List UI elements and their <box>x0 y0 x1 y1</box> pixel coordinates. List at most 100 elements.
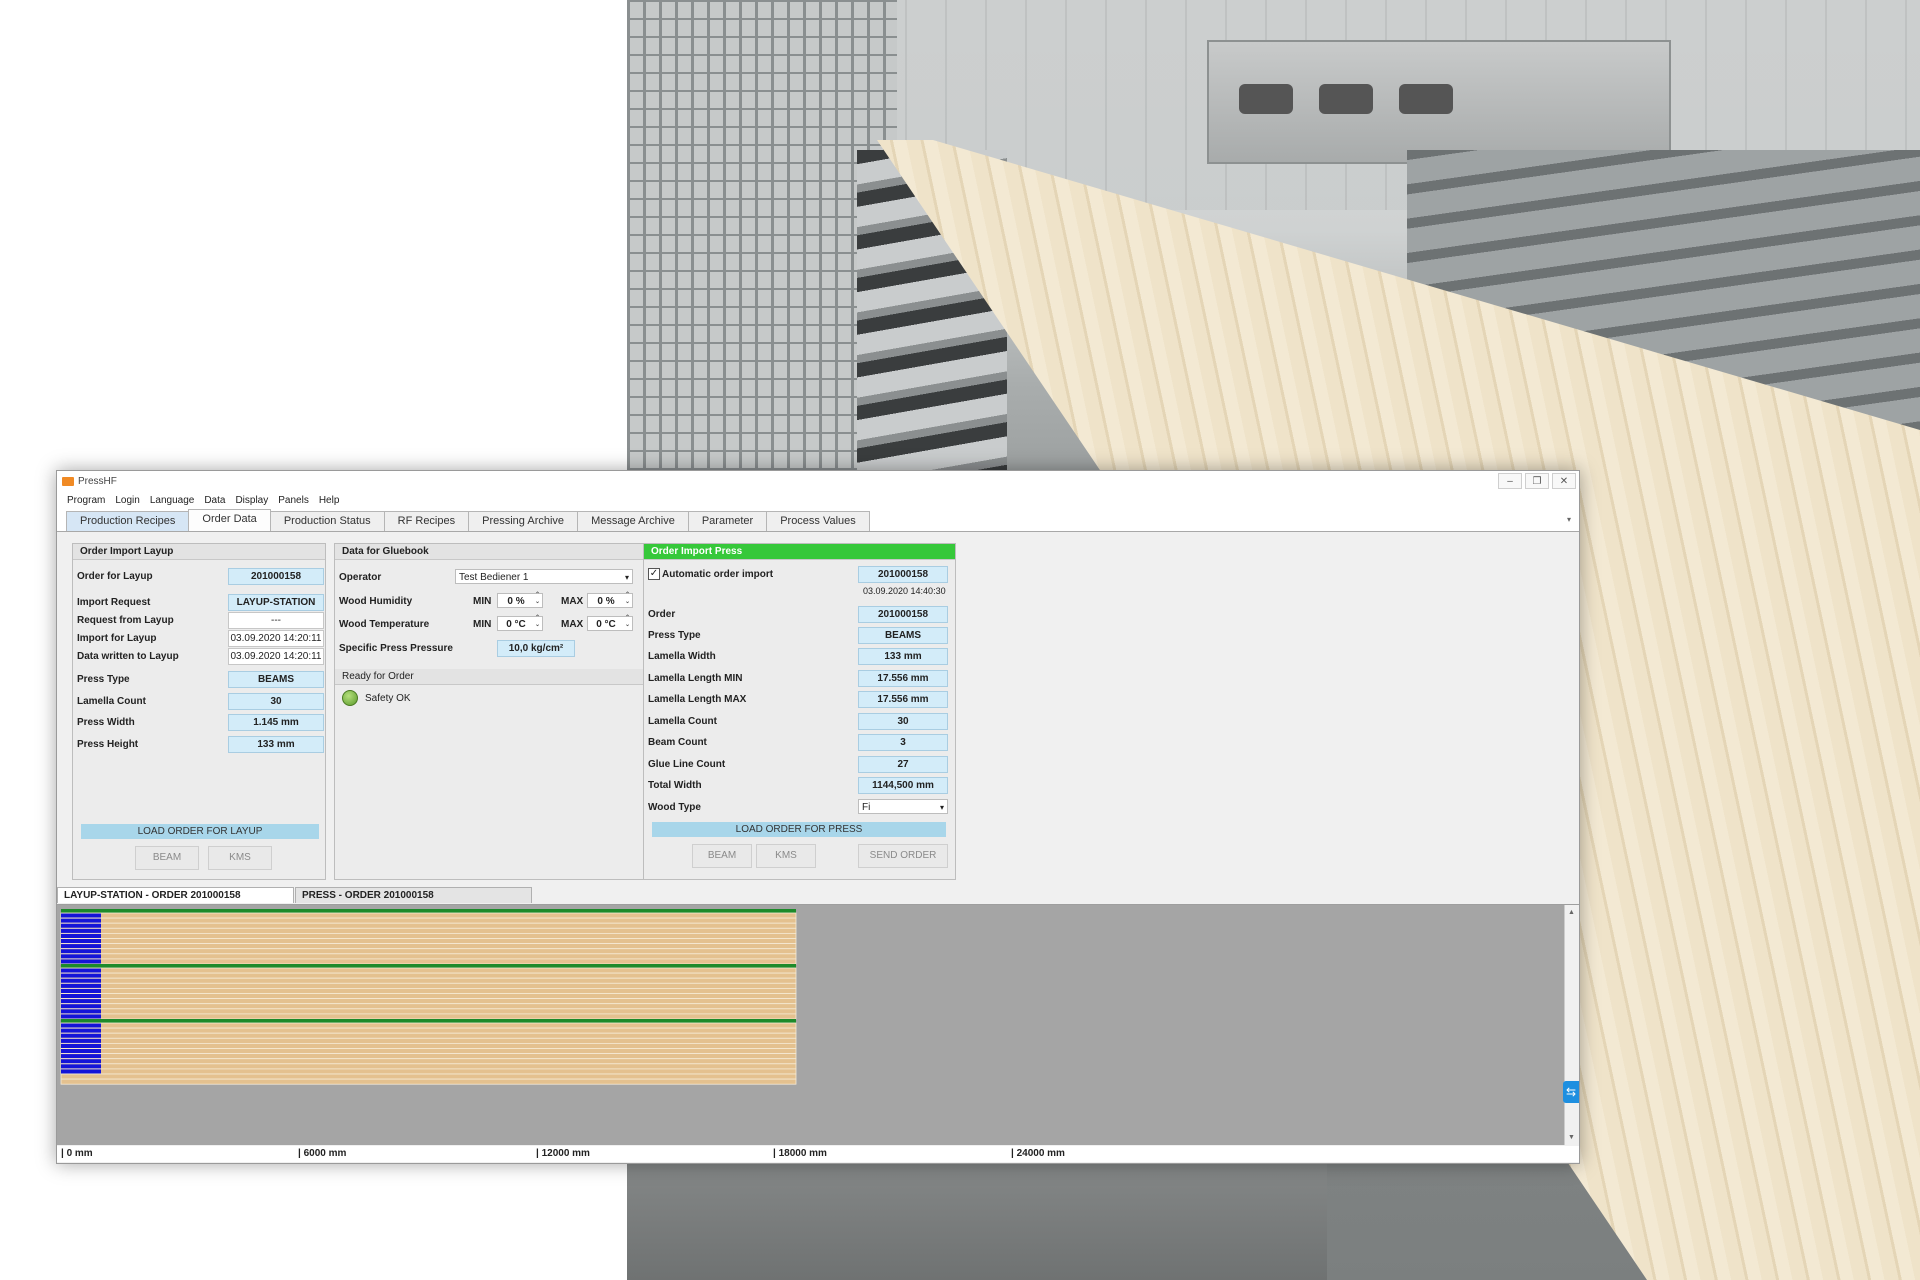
layup-panel: Order Import Layup Order for Layup 20100… <box>72 543 326 880</box>
lamella <box>60 1042 797 1049</box>
lamella <box>60 1003 797 1010</box>
request-from-layup-label: Request from Layup <box>77 615 174 626</box>
lamella <box>60 988 797 994</box>
operator-select[interactable]: Test Bediener 1 <box>455 569 633 585</box>
beam-separator <box>61 964 796 968</box>
lamella-marker <box>61 933 101 938</box>
restore-button[interactable]: ❐ <box>1525 473 1549 489</box>
visualization-tabs: LAYUP-STATION - ORDER 201000158 PRESS - … <box>57 886 1579 905</box>
tab-process-values[interactable]: Process Values <box>766 511 870 531</box>
tab-order-data[interactable]: Order Data <box>188 509 271 531</box>
load-order-layup-button[interactable]: LOAD ORDER FOR LAYUP <box>81 824 319 839</box>
lamella <box>60 977 797 984</box>
app-window: PressHF – ❐ ✕ Program Login Language Dat… <box>56 470 1580 1164</box>
title-bar: PressHF – ❐ ✕ <box>57 471 1579 491</box>
lamella <box>60 1078 797 1085</box>
press-press-type-value: BEAMS <box>858 627 948 644</box>
lamella-length-max-value: 17.556 mm <box>858 691 948 708</box>
tabs-dropdown-icon[interactable]: ▾ <box>1567 515 1571 524</box>
tab-production-recipes[interactable]: Production Recipes <box>66 511 190 531</box>
lamella <box>60 1073 797 1080</box>
layup-beam-button[interactable]: BEAM <box>135 846 199 870</box>
main-tabs: Production Recipes Order Data Production… <box>57 509 1579 532</box>
ruler-tick-6000: | 6000 mm <box>298 1148 347 1159</box>
lamella-marker <box>61 1014 101 1019</box>
gluebook-panel: Data for Gluebook Operator Test Bediener… <box>334 543 646 880</box>
tab-message-archive[interactable]: Message Archive <box>577 511 689 531</box>
send-order-button[interactable]: SEND ORDER <box>858 844 948 868</box>
wood-temperature-label: Wood Temperature <box>339 619 430 630</box>
tab-rf-recipes[interactable]: RF Recipes <box>383 511 470 531</box>
lamella-marker <box>61 1054 101 1059</box>
lamella <box>60 1053 797 1060</box>
tab-parameter[interactable]: Parameter <box>687 511 768 531</box>
temp-min-input[interactable]: 0 °C <box>497 615 543 631</box>
lamella-marker <box>61 1043 101 1048</box>
press-kms-button[interactable]: KMS <box>756 844 816 868</box>
press-order-label: Order <box>648 609 676 620</box>
remote-support-icon[interactable]: ⇆ <box>1563 1081 1579 1103</box>
tab-production-status[interactable]: Production Status <box>269 511 385 531</box>
lamella <box>60 972 797 979</box>
lamella <box>60 998 797 1005</box>
total-width-label: Total Width <box>648 780 702 791</box>
lamella <box>60 967 797 974</box>
press-height-label: Press Height <box>77 739 139 750</box>
press-type-label: Press Type <box>77 674 130 685</box>
menu-help[interactable]: Help <box>319 495 340 506</box>
menu-login[interactable]: Login <box>115 495 139 506</box>
ruler-tick-12000: | 12000 mm <box>536 1148 590 1159</box>
gluebook-panel-title: Data for Gluebook <box>335 544 645 560</box>
layup-kms-button[interactable]: KMS <box>208 846 272 870</box>
press-beam-button[interactable]: BEAM <box>692 844 752 868</box>
operator-label: Operator <box>339 572 382 583</box>
lamella <box>60 1013 797 1020</box>
menu-panels[interactable]: Panels <box>278 495 309 506</box>
press-type-value: BEAMS <box>228 671 324 688</box>
menu-display[interactable]: Display <box>235 495 268 506</box>
vertical-scrollbar[interactable]: ▲ ▼ <box>1564 905 1579 1145</box>
minimize-button[interactable]: – <box>1498 473 1522 489</box>
humidity-max-label: MAX <box>561 596 584 607</box>
lamella <box>60 1068 797 1075</box>
temp-max-input[interactable]: 0 °C <box>587 615 633 631</box>
lamella-marker <box>61 944 101 949</box>
humidity-min-input[interactable]: 0 % <box>497 592 543 608</box>
glue-line-count-value: 27 <box>858 756 948 773</box>
menu-program[interactable]: Program <box>67 495 105 506</box>
scroll-down-icon[interactable]: ▼ <box>1568 1134 1575 1141</box>
tab-layup-station-order[interactable]: LAYUP-STATION - ORDER 201000158 <box>57 887 294 903</box>
lamella <box>60 1008 797 1015</box>
data-written-label: Data written to Layup <box>77 651 179 662</box>
load-order-press-button[interactable]: LOAD ORDER FOR PRESS <box>652 822 946 837</box>
lamella <box>60 1032 797 1039</box>
tab-pressing-archive[interactable]: Pressing Archive <box>468 511 579 531</box>
lamella-length-min-value: 17.556 mm <box>858 670 948 687</box>
scroll-up-icon[interactable]: ▲ <box>1568 909 1575 916</box>
humidity-max-input[interactable]: 0 % <box>587 592 633 608</box>
import-request-value: LAYUP-STATION <box>228 594 324 611</box>
order-for-layup-label: Order for Layup <box>77 571 153 582</box>
tab-press-order[interactable]: PRESS - ORDER 201000158 <box>295 887 532 903</box>
import-for-layup-value: 03.09.2020 14:20:11 <box>228 630 324 647</box>
length-ruler: | 0 mm | 6000 mm | 12000 mm | 18000 mm |… <box>57 1146 1579 1162</box>
lamella-marker <box>61 973 101 978</box>
lamella <box>60 927 797 934</box>
lamella <box>60 1063 797 1070</box>
lamella <box>60 917 797 924</box>
menu-data[interactable]: Data <box>204 495 225 506</box>
lamella-marker <box>61 949 101 954</box>
press-machine <box>1207 40 1671 164</box>
lamella-length-min-label: Lamella Length MIN <box>648 673 743 684</box>
auto-import-checkbox[interactable]: ✓ <box>648 568 660 580</box>
lamella <box>60 938 797 944</box>
lamella <box>60 982 797 989</box>
wood-type-select[interactable]: Fi <box>858 799 948 815</box>
lamella-visualization <box>57 905 1565 1145</box>
close-button[interactable]: ✕ <box>1552 473 1576 489</box>
press-lamella-count-value: 30 <box>858 713 948 730</box>
menu-language[interactable]: Language <box>150 495 195 506</box>
lamella-marker <box>61 923 101 928</box>
lamella <box>60 1048 797 1054</box>
press-panel: Order Import Press ✓ Automatic order imp… <box>643 543 956 880</box>
